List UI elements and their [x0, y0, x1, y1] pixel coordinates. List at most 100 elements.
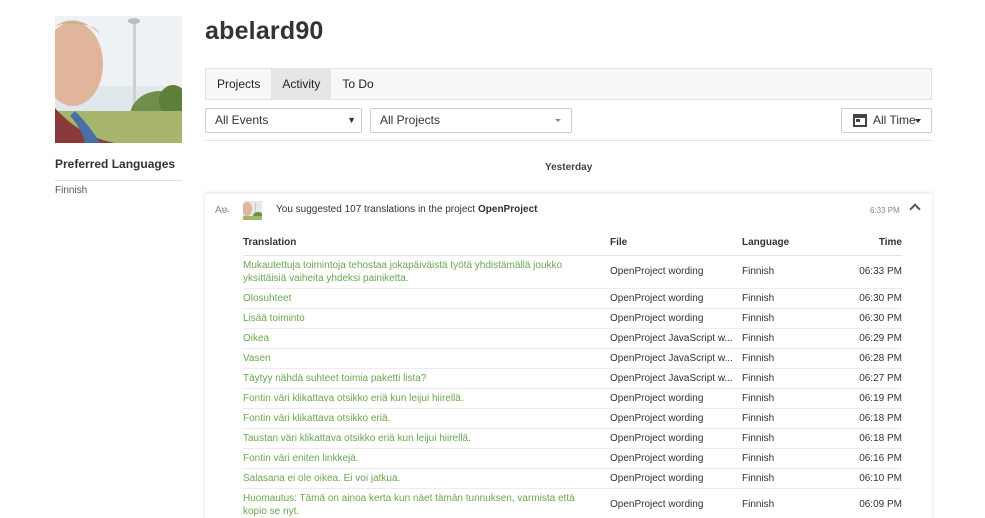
- projects-filter-value: All Projects: [380, 113, 441, 127]
- table-row: Vasen OpenProject JavaScript w... Finnish 0…: [243, 348, 902, 369]
- time-cell: 06:18 PM: [842, 428, 902, 449]
- file-column-cell: OpenProject wording: [610, 388, 742, 409]
- language-cell: Finnish: [742, 348, 842, 369]
- profile-tabs: Projects Activity To Do: [205, 68, 932, 100]
- table-row: Olosuhteet OpenProject wording Finnish 06:3…: [243, 288, 902, 309]
- calendar-icon: [853, 114, 867, 127]
- day-heading: Yesterday: [545, 162, 593, 173]
- translate-icon: Aɐ̴: [215, 205, 228, 216]
- table-row: Lisää toiminto OpenProject wording Finnish…: [243, 308, 902, 329]
- file-cell: OpenProject wording: [610, 392, 704, 404]
- activity-project-link[interactable]: OpenProject: [478, 204, 537, 215]
- file-column-cell: OpenProject wording: [610, 255, 742, 289]
- table-row: Taustan väri klikattava otsikko eriä kun…: [243, 428, 902, 449]
- file-column-cell: OpenProject wording: [610, 428, 742, 449]
- col-time-header: Time: [842, 231, 902, 256]
- tab-projects[interactable]: Projects: [206, 69, 271, 99]
- time-cell: 06:29 PM: [842, 328, 902, 349]
- table-row: Täytyy nähdä suhteet toimia paketti list…: [243, 368, 902, 389]
- tab-activity[interactable]: Activity: [271, 69, 332, 99]
- file-column-cell: OpenProject wording: [610, 408, 742, 429]
- translation-link[interactable]: Fontin väri eniten linkkejä.: [243, 448, 610, 469]
- col-translation-header: Translation: [243, 231, 610, 256]
- language-cell: Finnish: [742, 468, 842, 489]
- file-cell: OpenProject wording: [610, 452, 704, 464]
- language-cell: Finnish: [742, 255, 842, 289]
- divider: [55, 180, 182, 181]
- file-cell: OpenProject wording: [610, 412, 704, 424]
- language-cell: Finnish: [742, 388, 842, 409]
- file-column-cell: OpenProject wording: [610, 468, 742, 489]
- time-filter-button[interactable]: All Time: [841, 108, 932, 133]
- language-cell: Finnish: [742, 368, 842, 389]
- file-cell: OpenProject JavaScript w...: [610, 352, 733, 364]
- events-filter-select[interactable]: All Events ▼: [205, 108, 362, 133]
- file-cell: OpenProject wording: [610, 432, 704, 444]
- translation-link[interactable]: Oikea: [243, 328, 610, 349]
- file-cell: OpenProject wording: [610, 292, 704, 304]
- file-column-cell: OpenProject wording: [610, 288, 742, 309]
- file-cell: OpenProject JavaScript w...: [610, 372, 733, 384]
- time-cell: 06:16 PM: [842, 448, 902, 469]
- translation-link[interactable]: Fontin väri klikattava otsikko eriä kun …: [243, 388, 610, 409]
- translation-link[interactable]: Vasen: [243, 348, 610, 369]
- language-cell: Finnish: [742, 328, 842, 349]
- translation-link[interactable]: Salasana ei ole oikea. Ei voi jatkua.: [243, 468, 610, 489]
- projects-filter-select[interactable]: All Projects: [370, 108, 572, 133]
- caret-down-icon: [915, 119, 921, 123]
- language-cell: Finnish: [742, 428, 842, 449]
- divider: [205, 140, 932, 141]
- time-cell: 06:30 PM: [842, 288, 902, 309]
- translation-link[interactable]: Taustan väri klikattava otsikko eriä kun…: [243, 428, 610, 449]
- tab-todo[interactable]: To Do: [331, 69, 384, 99]
- translation-link[interactable]: Fontin väri klikattava otsikko eriä.: [243, 408, 610, 429]
- events-filter-value: All Events: [215, 113, 269, 127]
- file-cell: OpenProject wording: [610, 499, 704, 510]
- file-column-cell: OpenProject JavaScript w...: [610, 368, 742, 389]
- language-cell: Finnish: [742, 448, 842, 469]
- file-column-cell: OpenProject JavaScript w...: [610, 348, 742, 369]
- file-cell: OpenProject wording: [610, 312, 704, 324]
- activity-time: 6:33 PM: [870, 206, 900, 215]
- table-row: Fontin väri klikattava otsikko eriä. Open…: [243, 408, 902, 429]
- col-language-header: Language: [742, 231, 842, 256]
- file-column-cell: OpenProject wording: [610, 308, 742, 329]
- file-cell: OpenProject wording: [610, 472, 704, 484]
- time-filter-label: All Time: [873, 113, 916, 127]
- file-column-cell: OpenProject wording: [610, 488, 742, 518]
- language-cell: Finnish: [742, 408, 842, 429]
- preferred-languages-title: Preferred Languages: [55, 157, 176, 171]
- language-cell: Finnish: [742, 488, 842, 518]
- time-cell: 06:18 PM: [842, 408, 902, 429]
- profile-avatar: [55, 16, 182, 143]
- preferred-language-item: Finnish: [55, 185, 88, 196]
- time-cell: 06:27 PM: [842, 368, 902, 389]
- page-title: abelard90: [205, 17, 324, 45]
- file-column-cell: OpenProject JavaScript w...: [610, 328, 742, 349]
- time-cell: 06:30 PM: [842, 308, 902, 329]
- table-row: Fontin väri eniten linkkejä. OpenProject …: [243, 448, 902, 469]
- table-row: Huomautus: Tämä on ainoa kerta kun näet …: [243, 488, 902, 518]
- table-row: Oikea OpenProject JavaScript w... Finnish 0…: [243, 328, 902, 349]
- chevron-up-icon[interactable]: [909, 203, 921, 215]
- time-cell: 06:19 PM: [842, 388, 902, 409]
- translation-link[interactable]: Täytyy nähdä suhteet toimia paketti list…: [243, 368, 610, 389]
- table-row: Fontin väri klikattava otsikko eriä kun …: [243, 388, 902, 409]
- translation-link[interactable]: Olosuhteet: [243, 288, 610, 309]
- translation-link[interactable]: Huomautus: Tämä on ainoa kerta kun näet …: [243, 488, 610, 518]
- col-file-header: File: [610, 231, 742, 256]
- activity-text: You suggested 107 translations in the pr…: [276, 204, 476, 215]
- translation-link[interactable]: Lisää toiminto: [243, 308, 610, 329]
- file-cell: OpenProject JavaScript w...: [610, 332, 733, 344]
- caret-down-icon: ▼: [347, 115, 356, 125]
- translation-link[interactable]: Mukautettuja toimintoja tehostaa jokapäi…: [243, 255, 610, 289]
- table-row: Salasana ei ole oikea. Ei voi jatkua. Ope…: [243, 468, 902, 489]
- language-cell: Finnish: [742, 288, 842, 309]
- translations-table: Translation File Language Time Mukautett…: [243, 231, 902, 518]
- language-cell: Finnish: [742, 308, 842, 329]
- chevron-down-icon: [555, 119, 561, 122]
- file-cell: OpenProject wording: [610, 266, 704, 277]
- time-cell: 06:09 PM: [842, 488, 902, 518]
- time-cell: 06:33 PM: [842, 255, 902, 289]
- table-header-row: Translation File Language Time: [243, 231, 902, 256]
